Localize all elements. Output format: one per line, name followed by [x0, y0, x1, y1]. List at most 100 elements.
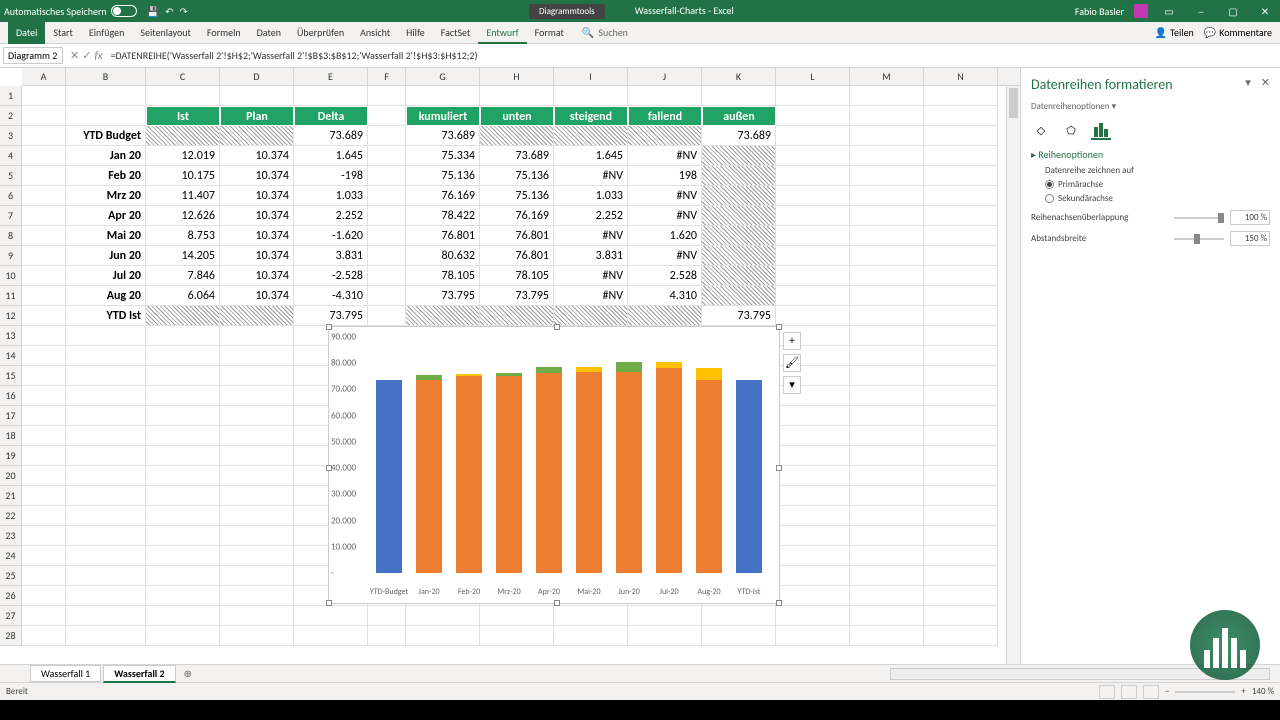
row-header-17[interactable]: 17: [0, 406, 22, 426]
cell[interactable]: 76.801: [406, 226, 480, 246]
col-header-H[interactable]: H: [480, 68, 554, 85]
cell[interactable]: [22, 266, 66, 286]
row-header-10[interactable]: 10: [0, 266, 22, 286]
cell[interactable]: [924, 486, 998, 506]
cell[interactable]: [406, 306, 480, 326]
cell[interactable]: [628, 626, 702, 646]
cancel-formula-icon[interactable]: ✕: [70, 49, 79, 62]
cell[interactable]: 3.831: [554, 246, 628, 266]
cell[interactable]: [220, 546, 294, 566]
row-header-15[interactable]: 15: [0, 366, 22, 386]
cell[interactable]: [480, 86, 554, 106]
cell[interactable]: [628, 126, 702, 146]
cell[interactable]: 76.801: [480, 246, 554, 266]
col-header-J[interactable]: J: [628, 68, 702, 85]
cell[interactable]: 78.105: [480, 266, 554, 286]
toggle-switch[interactable]: [111, 5, 137, 17]
cell[interactable]: [66, 526, 146, 546]
col-header-K[interactable]: K: [702, 68, 776, 85]
cell[interactable]: [22, 506, 66, 526]
cell[interactable]: 73.795: [294, 306, 368, 326]
cell[interactable]: [924, 166, 998, 186]
minimize-button[interactable]: ─: [1190, 5, 1212, 18]
cell[interactable]: 12.019: [146, 146, 220, 166]
cell[interactable]: [368, 166, 406, 186]
cell[interactable]: [850, 246, 924, 266]
cell[interactable]: [776, 166, 850, 186]
cell[interactable]: [146, 626, 220, 646]
cell[interactable]: Jun 20: [66, 246, 146, 266]
cell[interactable]: [628, 306, 702, 326]
cell[interactable]: [850, 546, 924, 566]
cell[interactable]: [850, 266, 924, 286]
cell[interactable]: [924, 286, 998, 306]
cell[interactable]: [146, 366, 220, 386]
row-header-8[interactable]: 8: [0, 226, 22, 246]
cell[interactable]: [776, 486, 850, 506]
cell[interactable]: [146, 526, 220, 546]
cell[interactable]: [22, 146, 66, 166]
zoom-out-button[interactable]: −: [1165, 686, 1169, 697]
cell[interactable]: [850, 626, 924, 646]
embedded-chart[interactable]: 90.00080.00070.00060.00050.00040.00030.0…: [328, 326, 780, 604]
cell[interactable]: Delta: [294, 106, 368, 126]
comments-button[interactable]: 💬 Kommentare: [1204, 26, 1272, 39]
primary-axis-radio[interactable]: Primärachse: [1045, 179, 1270, 190]
col-header-F[interactable]: F: [368, 68, 406, 85]
cell[interactable]: #NV: [554, 266, 628, 286]
col-header-N[interactable]: N: [924, 68, 998, 85]
row-header-14[interactable]: 14: [0, 346, 22, 366]
normal-view-button[interactable]: [1099, 685, 1115, 699]
cell[interactable]: [702, 226, 776, 246]
cell[interactable]: [924, 226, 998, 246]
cell[interactable]: [66, 446, 146, 466]
cell[interactable]: [220, 306, 294, 326]
cell[interactable]: [146, 406, 220, 426]
cell[interactable]: [850, 86, 924, 106]
effects-icon[interactable]: ⬠: [1061, 120, 1081, 140]
cell[interactable]: [146, 426, 220, 446]
row-header-6[interactable]: 6: [0, 186, 22, 206]
cell[interactable]: [220, 426, 294, 446]
cell[interactable]: [22, 426, 66, 446]
tab-factset[interactable]: FactSet: [433, 22, 479, 44]
cell[interactable]: [850, 566, 924, 586]
cell[interactable]: [22, 366, 66, 386]
cell[interactable]: fallend: [628, 106, 702, 126]
cell[interactable]: [776, 586, 850, 606]
cell[interactable]: [702, 606, 776, 626]
cell[interactable]: Mrz 20: [66, 186, 146, 206]
name-box[interactable]: Diagramm 2: [3, 47, 63, 64]
cell[interactable]: [220, 366, 294, 386]
cell[interactable]: [22, 86, 66, 106]
cell[interactable]: [850, 526, 924, 546]
cell[interactable]: [220, 406, 294, 426]
cell[interactable]: [850, 326, 924, 346]
cell[interactable]: [220, 586, 294, 606]
col-header-L[interactable]: L: [776, 68, 850, 85]
cell[interactable]: [850, 146, 924, 166]
cell[interactable]: steigend: [554, 106, 628, 126]
cell[interactable]: [480, 306, 554, 326]
cell[interactable]: [220, 626, 294, 646]
cell[interactable]: [776, 146, 850, 166]
cell[interactable]: 1.033: [554, 186, 628, 206]
cell[interactable]: [368, 186, 406, 206]
cell[interactable]: [406, 626, 480, 646]
row-header-25[interactable]: 25: [0, 566, 22, 586]
cell[interactable]: 1.645: [294, 146, 368, 166]
cell[interactable]: [924, 206, 998, 226]
redo-icon[interactable]: ↷: [180, 5, 188, 18]
cell[interactable]: [66, 406, 146, 426]
pane-close-button[interactable]: ✕: [1261, 76, 1270, 89]
vertical-scrollbar[interactable]: [1006, 86, 1020, 664]
cell[interactable]: 1.620: [628, 226, 702, 246]
cell[interactable]: [22, 446, 66, 466]
cell[interactable]: 78.105: [406, 266, 480, 286]
chart-bar[interactable]: Jun-20: [616, 337, 642, 573]
row-header-24[interactable]: 24: [0, 546, 22, 566]
series-options-icon[interactable]: [1091, 120, 1111, 140]
cell[interactable]: [368, 266, 406, 286]
cell[interactable]: [850, 426, 924, 446]
cell[interactable]: [220, 346, 294, 366]
